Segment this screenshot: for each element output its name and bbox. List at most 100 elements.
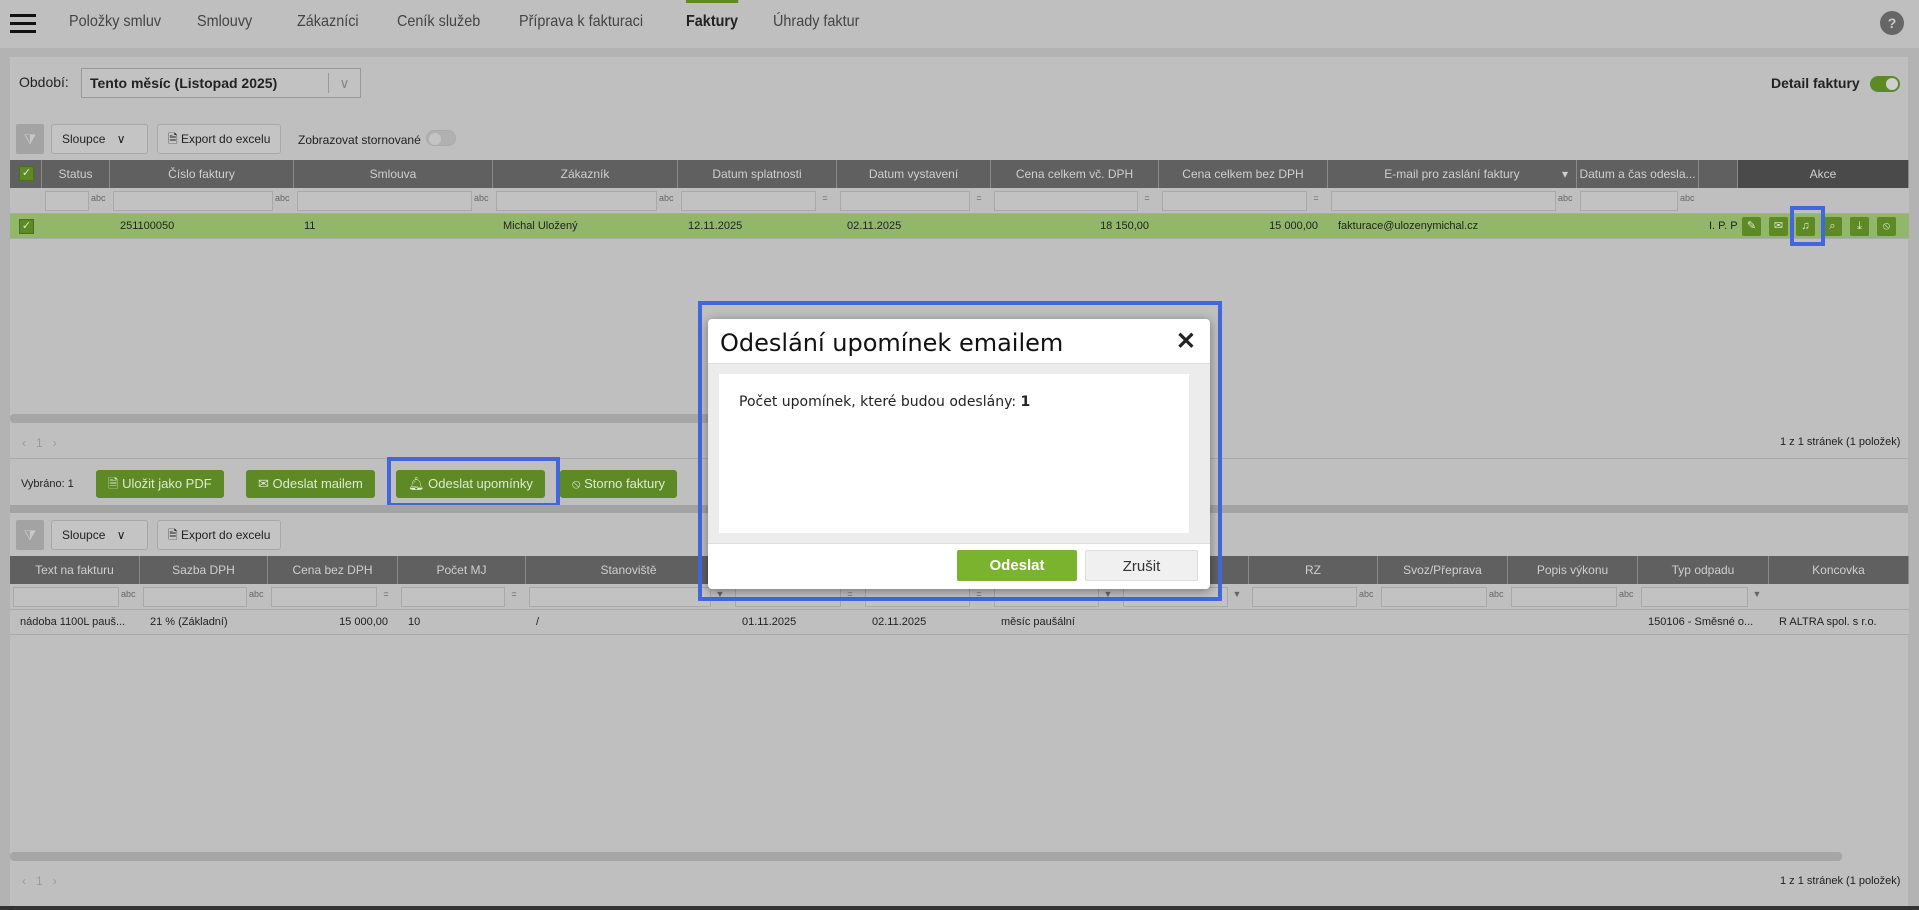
export-excel-button[interactable]: 🗎 Export do excelu — [157, 124, 282, 154]
funnel-icon[interactable]: ▼ — [1750, 589, 1764, 599]
text-filter-icon[interactable]: abc — [1558, 193, 1573, 203]
search-button[interactable]: ⌕ — [1823, 217, 1842, 236]
filter-input[interactable] — [401, 587, 505, 607]
column-header[interactable]: Cena celkem bez DPH — [1159, 160, 1328, 188]
download-button[interactable]: ⤓ — [1850, 217, 1869, 236]
export-excel-button[interactable]: 🗎 Export do excelu — [157, 520, 282, 550]
sort-desc-icon[interactable]: ▾ — [1562, 160, 1568, 188]
equals-filter-icon[interactable]: = — [1309, 193, 1323, 203]
menu-icon[interactable] — [10, 14, 36, 34]
column-header[interactable]: Koncovka — [1769, 556, 1909, 584]
text-filter-icon[interactable]: abc — [1359, 589, 1374, 599]
text-filter-icon[interactable]: abc — [275, 193, 290, 203]
equals-filter-icon[interactable]: = — [818, 193, 832, 203]
column-header[interactable]: Datum a čas odesla... — [1577, 160, 1699, 188]
column-header[interactable]: Zákazník — [493, 160, 678, 188]
column-header[interactable]: Smlouva — [294, 160, 493, 188]
table-row[interactable]: ✓ 251100050 11 Michal Uložený 12.11.2025 02.1… — [10, 214, 1909, 239]
prev-page-icon[interactable]: ‹ — [22, 436, 26, 450]
clear-filter-button[interactable]: ⧩ — [16, 124, 44, 154]
page-number[interactable]: 1 — [36, 436, 43, 450]
period-select[interactable]: Tento měsíc (Listopad 2025) ∨ — [81, 68, 361, 98]
pencil-button[interactable]: ✎ — [1742, 217, 1761, 236]
filter-input[interactable] — [840, 191, 970, 211]
filter-input[interactable] — [13, 587, 119, 607]
filter-input[interactable] — [994, 191, 1138, 211]
text-filter-icon[interactable]: abc — [1619, 589, 1634, 599]
filter-input[interactable] — [1641, 587, 1748, 607]
next-page-icon[interactable]: › — [53, 874, 57, 888]
equals-filter-icon[interactable]: = — [379, 589, 393, 599]
filter-input[interactable] — [297, 191, 472, 211]
nav-item[interactable]: Smlouvy — [197, 0, 252, 48]
nav-item[interactable]: Příprava k fakturaci — [519, 0, 643, 48]
column-header[interactable] — [1699, 160, 1738, 188]
save-pdf-button[interactable]: 🗎 Uložit jako PDF — [96, 470, 224, 498]
close-icon[interactable]: ✕ — [1176, 327, 1196, 356]
cancel-invoices-button[interactable]: ⦸ Storno faktury — [560, 470, 678, 498]
column-header[interactable]: Text na fakturu — [10, 556, 140, 584]
column-header[interactable]: Typ odpadu — [1638, 556, 1769, 584]
funnel-icon[interactable]: ▼ — [1230, 589, 1244, 599]
column-header[interactable]: E-mail pro zaslání faktury ▾ — [1328, 160, 1577, 188]
prev-page-icon[interactable]: ‹ — [22, 874, 26, 888]
nav-item[interactable]: Položky smluv — [69, 0, 161, 48]
text-filter-icon[interactable]: abc — [1489, 589, 1504, 599]
filter-input[interactable] — [681, 191, 816, 211]
equals-filter-icon[interactable]: = — [1140, 193, 1154, 203]
column-header[interactable]: Svoz/Přeprava — [1378, 556, 1508, 584]
select-all-checkbox[interactable]: ✓ — [19, 166, 34, 181]
ban-button[interactable]: ⦸ — [1877, 217, 1896, 236]
equals-filter-icon[interactable]: = — [507, 589, 521, 599]
column-header[interactable]: Datum vystavení — [837, 160, 991, 188]
filter-input[interactable] — [1162, 191, 1307, 211]
table-row[interactable]: nádoba 1100L pauš... 21 % (Základní) 15 00… — [10, 610, 1909, 635]
equals-filter-icon[interactable]: = — [972, 193, 986, 203]
columns-button[interactable]: Sloupce ∨ — [51, 520, 148, 550]
column-header[interactable]: Akce — [1738, 160, 1909, 188]
filter-input[interactable] — [45, 191, 89, 211]
clear-filter-button[interactable]: ⧩ — [16, 520, 44, 550]
nav-item[interactable]: Zákazníci — [297, 0, 359, 48]
items-scrollbar[interactable] — [10, 852, 1842, 861]
filter-input[interactable] — [1580, 191, 1678, 211]
filter-input[interactable] — [1511, 587, 1617, 607]
filter-input[interactable] — [271, 587, 377, 607]
column-header[interactable]: Cena bez DPH — [268, 556, 398, 584]
text-filter-icon[interactable]: abc — [121, 589, 136, 599]
detail-toggle[interactable] — [1870, 76, 1900, 92]
text-filter-icon[interactable]: abc — [1680, 193, 1695, 203]
nav-item[interactable]: Úhrady faktur — [773, 0, 859, 48]
column-header[interactable]: Počet MJ — [398, 556, 526, 584]
nav-item[interactable]: Ceník služeb — [397, 0, 480, 48]
filter-input[interactable] — [1252, 587, 1357, 607]
envelope-button[interactable]: ✉ — [1769, 217, 1788, 236]
filter-input[interactable] — [529, 587, 711, 607]
row-checkbox[interactable]: ✓ — [19, 219, 34, 234]
filter-input[interactable] — [143, 587, 247, 607]
next-page-icon[interactable]: › — [53, 436, 57, 450]
filter-input[interactable] — [1381, 587, 1487, 607]
column-header[interactable]: ✓ — [10, 160, 42, 188]
column-header[interactable]: Popis výkonu — [1508, 556, 1638, 584]
filter-input[interactable] — [1331, 191, 1556, 211]
text-filter-icon[interactable]: abc — [474, 193, 489, 203]
text-filter-icon[interactable]: abc — [91, 193, 106, 203]
cancel-button[interactable]: Zrušit — [1085, 550, 1198, 581]
columns-button[interactable]: Sloupce ∨ — [51, 124, 148, 154]
filter-input[interactable] — [113, 191, 273, 211]
column-header[interactable]: Cena celkem vč. DPH — [991, 160, 1159, 188]
send-button[interactable]: Odeslat — [957, 550, 1077, 581]
column-header[interactable]: RZ — [1249, 556, 1378, 584]
page-number[interactable]: 1 — [36, 874, 43, 888]
filter-input[interactable] — [496, 191, 657, 211]
text-filter-icon[interactable]: abc — [249, 589, 264, 599]
nav-item[interactable]: Faktury — [686, 0, 739, 48]
column-header[interactable]: Datum splatnosti — [678, 160, 837, 188]
text-filter-icon[interactable]: abc — [659, 193, 674, 203]
column-header[interactable]: Číslo faktury — [110, 160, 294, 188]
column-header[interactable]: Sazba DPH — [140, 556, 268, 584]
help-icon[interactable]: ? — [1880, 11, 1904, 35]
show-cancelled-toggle[interactable] — [426, 130, 456, 146]
column-header[interactable]: Status — [42, 160, 110, 188]
